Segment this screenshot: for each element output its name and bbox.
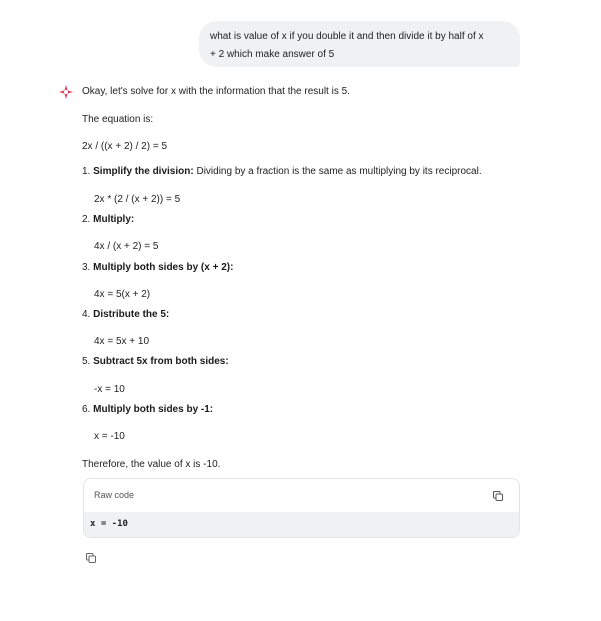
step-4-expression: 4x = 5x + 10 [94, 336, 150, 347]
step-6: 6. Multiply both sides by -1: [82, 404, 213, 415]
user-message-line-1: what is value of x if you double it and … [210, 31, 484, 42]
step-number: 4. [82, 309, 91, 320]
step-number: 3. [82, 262, 91, 273]
step-3-expression: 4x = 5(x + 2) [94, 289, 151, 300]
step-title: Distribute the 5: [93, 309, 170, 320]
equation: 2x / ((x + 2) / 2) = 5 [82, 141, 168, 152]
conclusion: Therefore, the value of x is -10. [82, 459, 221, 470]
code-block-body: x = -10 [84, 512, 519, 537]
step-1-expression: 2x * (2 / (x + 2)) = 5 [94, 194, 181, 205]
assistant-intro: Okay, let's solve for x with the informa… [82, 86, 350, 97]
step-number: 5. [82, 356, 91, 367]
code-block: Raw code x = -10 [83, 478, 520, 538]
step-5: 5. Subtract 5x from both sides: [82, 356, 229, 367]
step-2-expression: 4x / (x + 2) = 5 [94, 241, 159, 252]
step-title: Simplify the division: [93, 166, 194, 177]
equation-label: The equation is: [82, 114, 154, 125]
step-description: Dividing by a fraction is the same as mu… [193, 166, 482, 177]
step-number: 1. [82, 166, 91, 177]
copy-icon[interactable] [492, 490, 504, 502]
step-number: 2. [82, 214, 91, 225]
step-1: 1. Simplify the division: Dividing by a … [82, 166, 482, 177]
step-3: 3. Multiply both sides by (x + 2): [82, 262, 233, 273]
code-block-header: Raw code [84, 479, 519, 512]
step-title: Multiply: [93, 214, 135, 225]
step-title: Subtract 5x from both sides: [93, 356, 229, 367]
sparkle-icon [59, 85, 73, 99]
step-6-expression: x = -10 [94, 431, 125, 442]
copy-icon[interactable] [85, 552, 97, 564]
code-content: x = -10 [90, 519, 128, 529]
user-message-bubble: what is value of x if you double it and … [199, 21, 520, 67]
step-4: 4. Distribute the 5: [82, 309, 169, 320]
step-number: 6. [82, 404, 91, 415]
user-message-line-2: + 2 which make answer of 5 [210, 49, 335, 60]
step-2: 2. Multiply: [82, 214, 134, 225]
step-title: Multiply both sides by (x + 2): [93, 262, 234, 273]
code-block-title: Raw code [94, 490, 135, 500]
step-5-expression: -x = 10 [94, 384, 125, 395]
step-title: Multiply both sides by -1: [93, 404, 214, 415]
